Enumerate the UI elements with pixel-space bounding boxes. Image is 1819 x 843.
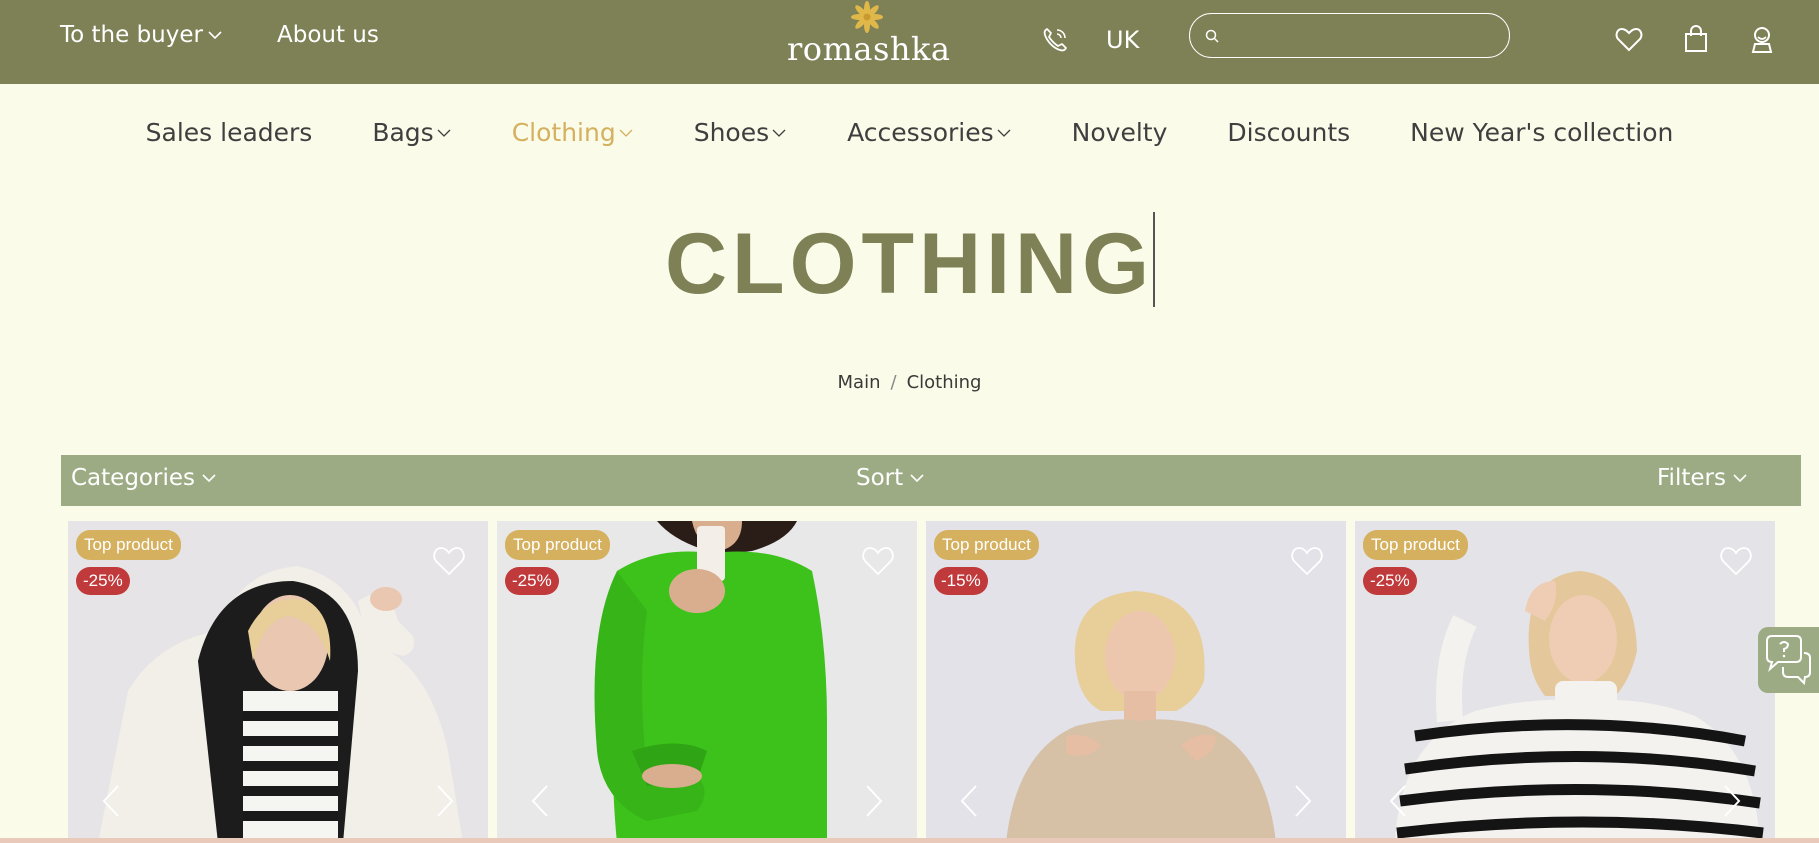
chevron-right-icon[interactable] xyxy=(1292,783,1314,819)
chevron-left-icon[interactable] xyxy=(529,783,551,819)
menu-label: New Year's collection xyxy=(1410,118,1674,147)
top-product-badge: Top product xyxy=(934,530,1039,560)
nav-about-us-label: About us xyxy=(277,22,379,48)
menu-label: Accessories xyxy=(847,118,994,147)
menu-sales-leaders[interactable]: Sales leaders xyxy=(146,118,313,147)
filters-label: Filters xyxy=(1657,465,1726,491)
bottom-divider xyxy=(0,838,1819,843)
product-image xyxy=(926,521,1346,843)
discount-badge: -15% xyxy=(934,567,988,595)
help-chat-icon xyxy=(1766,635,1811,686)
search-input[interactable] xyxy=(1228,26,1498,45)
nav-about-us[interactable]: About us xyxy=(277,22,379,48)
breadcrumb-current: Clothing xyxy=(906,372,982,393)
chevron-left-icon[interactable] xyxy=(958,783,980,819)
product-card[interactable]: Top product -25% xyxy=(497,521,917,843)
menu-clothing[interactable]: Clothing xyxy=(512,118,634,147)
heart-icon[interactable] xyxy=(1719,545,1753,577)
menu-novelty[interactable]: Novelty xyxy=(1072,118,1168,147)
text-cursor xyxy=(1153,212,1155,307)
nav-to-the-buyer[interactable]: To the buyer xyxy=(60,22,223,48)
shopping-bag-icon[interactable] xyxy=(1681,24,1711,54)
main-menu: Sales leaders Bags Clothing Shoes Access… xyxy=(0,118,1819,147)
top-product-badge: Top product xyxy=(1363,530,1468,560)
menu-label: Bags xyxy=(372,118,434,147)
product-image xyxy=(1355,521,1775,843)
chevron-right-icon[interactable] xyxy=(863,783,885,819)
product-card[interactable]: Top product -25% xyxy=(68,521,488,843)
heart-icon[interactable] xyxy=(432,545,466,577)
menu-discounts[interactable]: Discounts xyxy=(1227,118,1350,147)
chevron-right-icon[interactable] xyxy=(1721,783,1743,819)
top-product-badge: Top product xyxy=(76,530,181,560)
sort-label: Sort xyxy=(856,465,904,491)
logo-text: romashka xyxy=(787,30,951,68)
product-card[interactable]: Top product -15% xyxy=(926,521,1346,843)
filters-dropdown[interactable]: Filters xyxy=(1657,465,1748,491)
discount-badge: -25% xyxy=(1363,567,1417,595)
chevron-down-icon xyxy=(619,129,633,137)
site-logo[interactable]: romashka xyxy=(780,0,960,70)
discount-badge: -25% xyxy=(76,567,130,595)
menu-label: Shoes xyxy=(693,118,770,147)
chevron-down-icon xyxy=(1733,474,1747,483)
top-header: To the buyer About us romashka UK xyxy=(0,0,1819,84)
breadcrumb-main[interactable]: Main xyxy=(838,372,881,393)
sort-dropdown[interactable]: Sort xyxy=(856,465,925,491)
menu-bags[interactable]: Bags xyxy=(372,118,451,147)
heart-icon[interactable] xyxy=(861,545,895,577)
phone-icon[interactable] xyxy=(1040,25,1070,55)
categories-dropdown[interactable]: Categories xyxy=(71,465,217,491)
search-box[interactable] xyxy=(1189,13,1510,58)
breadcrumb-separator: / xyxy=(890,372,897,393)
menu-label: Novelty xyxy=(1071,118,1168,147)
nav-to-the-buyer-label: To the buyer xyxy=(60,22,203,48)
chevron-down-icon xyxy=(997,129,1011,137)
menu-label: Discounts xyxy=(1227,118,1351,147)
menu-new-years-collection[interactable]: New Year's collection xyxy=(1410,118,1673,147)
chevron-down-icon xyxy=(437,129,451,137)
menu-label: Clothing xyxy=(511,118,616,147)
daisy-logo-icon xyxy=(851,1,883,33)
chevron-left-icon[interactable] xyxy=(1387,783,1409,819)
product-image xyxy=(497,521,917,843)
user-account-icon[interactable] xyxy=(1747,24,1777,54)
top-product-badge: Top product xyxy=(505,530,610,560)
categories-label: Categories xyxy=(71,465,195,491)
chevron-down-icon xyxy=(208,31,222,40)
chevron-down-icon xyxy=(772,129,786,137)
discount-badge: -25% xyxy=(505,567,559,595)
heart-icon[interactable] xyxy=(1290,545,1324,577)
help-chat-button[interactable] xyxy=(1758,627,1819,693)
menu-label: Sales leaders xyxy=(145,118,313,147)
page-title: CLOTHING xyxy=(664,216,1155,312)
filter-bar: Categories Sort Filters xyxy=(61,455,1801,506)
chevron-down-icon xyxy=(910,474,924,483)
menu-shoes[interactable]: Shoes xyxy=(694,118,787,147)
chevron-down-icon xyxy=(202,474,216,483)
chevron-right-icon[interactable] xyxy=(434,783,456,819)
language-switcher[interactable]: UK xyxy=(1106,26,1139,54)
search-icon xyxy=(1205,29,1219,43)
product-image xyxy=(68,521,488,843)
menu-accessories[interactable]: Accessories xyxy=(847,118,1012,147)
breadcrumb: Main / Clothing xyxy=(0,372,1819,393)
heart-icon[interactable] xyxy=(1614,24,1644,54)
chevron-left-icon[interactable] xyxy=(100,783,122,819)
product-card[interactable]: Top product -25% xyxy=(1355,521,1775,843)
